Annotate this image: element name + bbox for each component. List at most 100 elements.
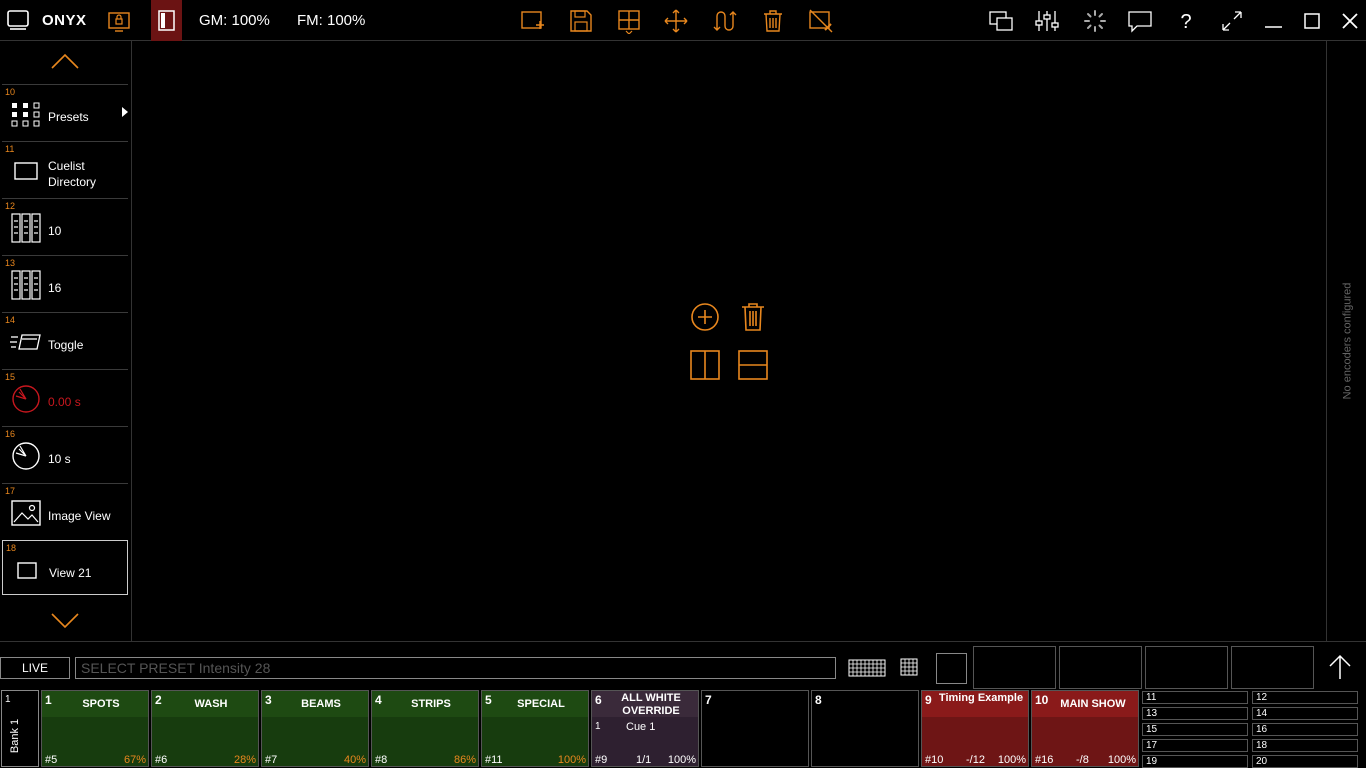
minimize-icon[interactable] [1261,8,1287,34]
label-line-1: Cuelist [48,159,85,173]
mini-playback-20[interactable]: 20 [1252,755,1358,768]
sidebar-item-timer-red[interactable]: 15 0.00 s [2,369,128,424]
sidebar-item-label: 16 [48,281,62,295]
playback-number: 1 [45,693,52,707]
delete-widget-icon[interactable] [737,301,769,333]
swap-icon[interactable] [712,8,738,34]
playback-number: 3 [265,693,272,707]
mini-playback-15[interactable]: 15 [1142,723,1248,736]
mini-playback-19[interactable]: 19 [1142,755,1248,768]
playback-8[interactable]: 8 [811,690,919,767]
cue-name: Cue 1 [626,721,656,733]
sidebar-item-presets[interactable]: 10 Presets [2,84,128,139]
edit-disabled-icon[interactable] [808,8,834,34]
help-icon[interactable]: ? [1173,8,1199,34]
timer-red-icon [12,385,40,413]
playback-1[interactable]: 1 SPOTS #5 67% [41,690,149,767]
mini-playback-18[interactable]: 18 [1252,739,1358,752]
grand-master-readout[interactable]: GM: 100% [199,12,270,29]
label-line-2: Directory [48,175,97,189]
key-slot[interactable] [973,646,1056,689]
playback-level: 67% [123,754,146,766]
bank-selector[interactable]: 1 Bank 1 [1,690,39,767]
split-horizontal-icon[interactable] [737,349,769,381]
square-button[interactable] [936,653,967,684]
sidebar-item-label: 0.00 s [48,395,81,409]
svg-text:?: ? [1180,11,1191,33]
playback-4[interactable]: 4 STRIPS #8 86% [371,690,479,767]
command-line-input[interactable]: SELECT PRESET Intensity 28 [75,657,836,679]
sidebar-item-cuelist-directory[interactable]: 11 Cuelist Directory [2,141,128,196]
onyx-logo-icon[interactable] [6,8,30,32]
submenu-arrow-icon [122,107,128,117]
scroll-down-icon[interactable] [50,611,80,631]
add-view-icon[interactable] [520,8,546,34]
cuelist-directory-icon [14,162,38,180]
fullscreen-icon[interactable] [1219,8,1245,34]
lock-display-icon[interactable] [106,8,132,34]
playback-level: 100% [1107,754,1136,766]
message-icon[interactable] [1127,8,1153,34]
mini-playback-16[interactable]: 16 [1252,723,1358,736]
save-icon[interactable] [568,8,594,34]
sidebar-item-label: Image View [48,509,111,523]
playback-cue-count: 1/1 [636,754,652,766]
playback-2[interactable]: 2 WASH #6 28% [151,690,259,767]
close-icon[interactable] [1337,8,1363,34]
playback-number: 4 [375,693,382,707]
playback-6[interactable]: 6 ALL WHITE OVERRIDE 1 Cue 1 #9 1/1 100% [591,690,699,767]
add-widget-icon[interactable] [689,301,721,333]
sidebar-item-label: 10 [48,224,62,238]
scroll-up-icon[interactable] [50,51,80,71]
sidebar-item-view-21[interactable]: 18 View 21 [2,540,128,595]
playback-7[interactable]: 7 [701,690,809,767]
top-bar: ONYX GM: 100% FM: 100% ? [0,0,1366,41]
toggle-icon [10,334,41,350]
live-mode-button[interactable]: LIVE [0,657,70,679]
sidebar-item-image-view[interactable]: 17 Image View [2,483,128,538]
view-toggle-button[interactable] [151,0,182,41]
sidebar-item-toggle[interactable]: 14 Toggle [2,312,128,367]
sidebar-item-timer[interactable]: 16 10 s [2,426,128,481]
bank-label-wrap: Bank 1 [8,711,22,761]
playback-10[interactable]: 10 MAIN SHOW #16 -/8 100% [1031,690,1139,767]
sidebar-item-number: 17 [5,486,16,496]
faders-icon [11,270,41,300]
sidebar-item-label: Cuelist Directory [48,158,96,190]
expand-up-icon[interactable] [1328,654,1352,680]
playback-head: 2 WASH [152,691,258,717]
flash-master-readout[interactable]: FM: 100% [297,12,365,29]
split-vertical-icon[interactable] [689,349,721,381]
playback-cuelist-id: #9 [595,754,608,766]
playback-body: #5 67% [42,717,148,766]
key-slot[interactable] [1231,646,1314,689]
playback-3[interactable]: 3 BEAMS #7 40% [261,690,369,767]
sidebar-item-faders-16[interactable]: 13 16 [2,255,128,310]
key-slot[interactable] [1145,646,1228,689]
keyboard-icon[interactable] [848,658,886,678]
playback-5[interactable]: 5 SPECIAL #11 100% [481,690,589,767]
mini-playback-12[interactable]: 12 [1252,691,1358,704]
playback-9[interactable]: 9 Timing Example #10 -/12 100% [921,690,1029,767]
playback-number: 6 [595,693,602,707]
mixer-icon[interactable] [1034,8,1060,34]
panel-icon [158,10,175,31]
maximize-icon[interactable] [1299,8,1325,34]
playback-cuelist-id: #5 [45,754,58,766]
mini-playback-11[interactable]: 11 [1142,691,1248,704]
playback-head: 4 STRIPS [372,691,478,717]
playback-name: Timing Example [938,692,1024,704]
mini-playback-14[interactable]: 14 [1252,707,1358,720]
move-icon[interactable] [663,8,689,34]
keypad-icon[interactable] [900,658,918,676]
image-icon [11,500,41,526]
delete-icon[interactable] [760,8,786,34]
key-slot[interactable] [1059,646,1142,689]
sidebar-item-faders-10[interactable]: 12 10 [2,198,128,253]
playback-body: #16 -/8 100% [1032,717,1138,766]
windows-icon[interactable] [988,8,1014,34]
mini-playback-17[interactable]: 17 [1142,739,1248,752]
mini-playback-13[interactable]: 13 [1142,707,1248,720]
grid-layout-icon[interactable] [616,8,642,34]
view-canvas[interactable] [132,41,1326,641]
